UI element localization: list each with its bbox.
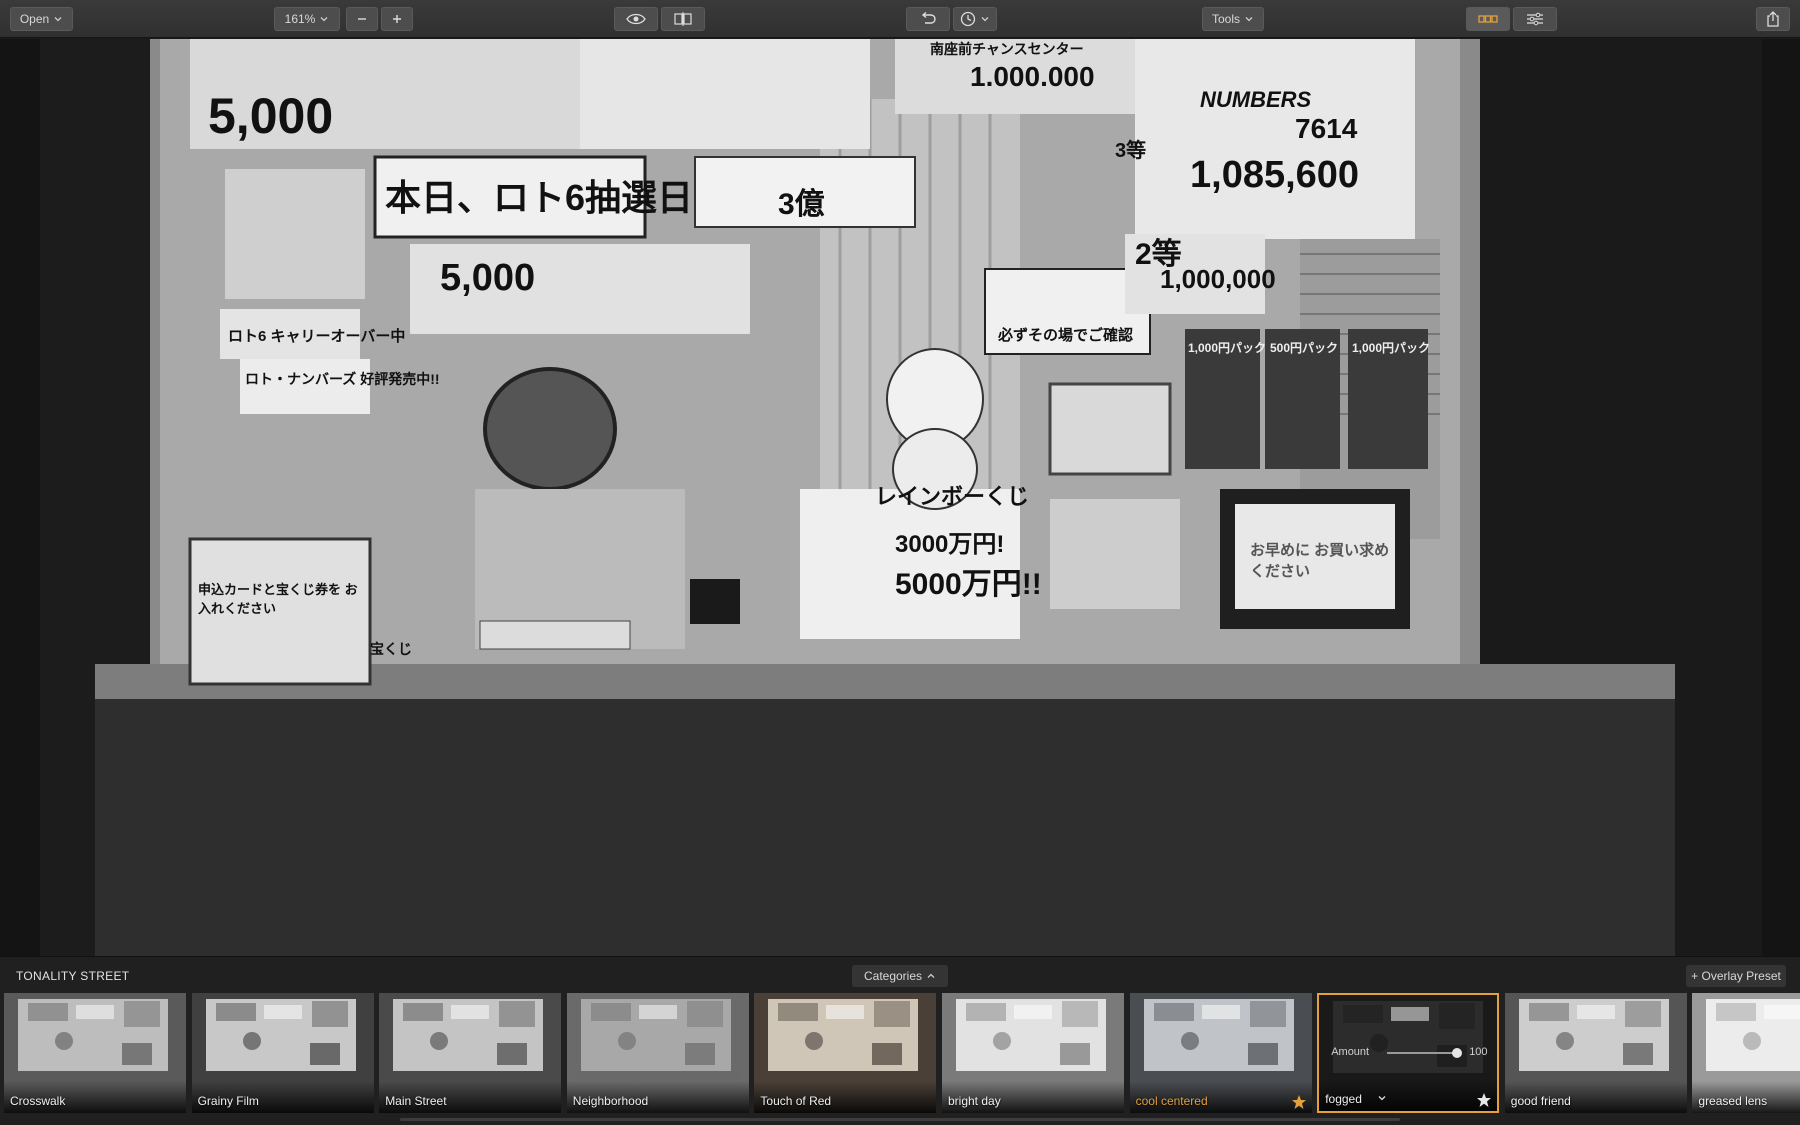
plus-icon bbox=[393, 15, 401, 23]
share-button[interactable] bbox=[1756, 7, 1790, 31]
photo-sign-text: 南座前チャンスセンター bbox=[930, 41, 1084, 57]
photo-sign-text: 7614 bbox=[1295, 113, 1358, 144]
zoom-value: 161% bbox=[284, 12, 316, 26]
photo-sign-text: 1.000.000 bbox=[970, 61, 1095, 92]
amount-knob[interactable] bbox=[1452, 1048, 1463, 1058]
preset-thumbnail[interactable]: Neighborhood bbox=[566, 993, 749, 1113]
zoom-select[interactable]: 161% bbox=[274, 7, 340, 31]
preset-label: good friend bbox=[1510, 1094, 1571, 1108]
photo-sign-text: レインボーくじ bbox=[875, 484, 1030, 509]
presets-panel: TONALITY STREET Categories + Overlay Pre… bbox=[0, 956, 1800, 1125]
minus-icon bbox=[358, 18, 366, 20]
share-icon bbox=[1767, 11, 1779, 27]
preset-thumbnail[interactable]: bright day bbox=[942, 993, 1124, 1113]
photo-sign-text: 申込カードと宝くじ券を お入れください bbox=[198, 582, 358, 616]
preset-thumbnail[interactable]: Grainy Film bbox=[191, 993, 374, 1113]
tools-button[interactable]: Tools bbox=[1202, 7, 1264, 31]
preset-label: fogged bbox=[1325, 1092, 1362, 1106]
presets-grid-icon bbox=[1478, 15, 1498, 23]
photo-sign-text: 5000万円!! bbox=[895, 568, 1042, 601]
photo-sign-text: 1,000,000 bbox=[1160, 264, 1276, 294]
preset-thumbnail[interactable]: Crosswalk bbox=[4, 993, 186, 1113]
preset-thumbnail[interactable]: Main Street bbox=[379, 993, 562, 1113]
photo-sign-text: 1,085,600 bbox=[1190, 154, 1360, 196]
photo-canvas: 5,000 本日、ロト6抽選日 5,000 3億 1.000.000 NUMBE… bbox=[40, 39, 1762, 956]
preset-label: bright day bbox=[948, 1094, 1001, 1108]
photo-sign-text: ロト6 キャリーオーバー中 bbox=[228, 328, 406, 345]
compare-button[interactable] bbox=[661, 7, 705, 31]
preset-label: Touch of Red bbox=[760, 1094, 832, 1108]
preset-label: Crosswalk bbox=[10, 1094, 66, 1108]
photo-sign-text: 5,000 bbox=[440, 257, 536, 299]
photo-sign-text: 5,000 bbox=[208, 88, 334, 144]
preset-label: Neighborhood bbox=[572, 1094, 649, 1108]
clock-icon bbox=[960, 11, 976, 27]
categories-label: Categories bbox=[863, 969, 923, 983]
chevron-down-icon bbox=[54, 17, 62, 22]
undo-icon bbox=[921, 12, 936, 24]
preset-thumbnail[interactable]: greased lens bbox=[1692, 993, 1800, 1113]
open-button[interactable]: Open bbox=[10, 7, 73, 31]
photo-sign-text: NUMBERS bbox=[1200, 87, 1312, 112]
eye-icon bbox=[626, 13, 646, 25]
photo-sign-text: 1,000円パック bbox=[1188, 341, 1267, 355]
zoom-in-button[interactable] bbox=[381, 7, 413, 31]
chevron-down-icon[interactable] bbox=[1377, 1093, 1387, 1103]
toolbar: Open 161% Tools bbox=[0, 0, 1800, 38]
chevron-down-icon bbox=[1245, 17, 1253, 22]
photo-sign-text: ロト・ナンバーズ 好評発売中!! bbox=[245, 371, 440, 387]
amount-label: Amount bbox=[1331, 1046, 1370, 1058]
preset-label: cool centered bbox=[1135, 1094, 1208, 1108]
preset-thumbnail[interactable]: cool centered bbox=[1129, 993, 1312, 1113]
preset-label: Grainy Film bbox=[197, 1094, 259, 1108]
adjustments-button[interactable] bbox=[1513, 7, 1557, 31]
preset-strip: Crosswalk Grainy Film Main Street Neighborh… bbox=[0, 993, 1800, 1113]
preset-thumbnail[interactable]: Touch of Red bbox=[754, 993, 937, 1113]
preset-label: greased lens bbox=[1698, 1094, 1768, 1108]
photo-sign-text: 3000万円! bbox=[895, 531, 1005, 558]
preset-thumbnail[interactable]: good friend bbox=[1504, 993, 1687, 1113]
photo-sign-text: 1,000円パック bbox=[1352, 341, 1431, 355]
undo-button[interactable] bbox=[906, 7, 950, 31]
open-label: Open bbox=[19, 12, 50, 26]
photo-sign-text: 必ずその場でご確認 bbox=[998, 327, 1134, 344]
image-viewer[interactable]: 5,000 本日、ロト6抽選日 5,000 3億 1.000.000 NUMBE… bbox=[0, 39, 1800, 956]
preset-thumbnail[interactable]: fogged Amount 100 bbox=[1317, 993, 1500, 1113]
chevron-down-icon bbox=[981, 17, 989, 22]
amount-slider[interactable]: Amount 100 bbox=[1331, 1045, 1491, 1061]
chevron-up-icon bbox=[927, 973, 935, 978]
photo-sign-text: お早めに お買い求めください bbox=[1250, 542, 1390, 580]
photo-sign-text: 500円パック bbox=[1270, 341, 1339, 355]
preset-strip-scrollbar[interactable] bbox=[400, 1118, 1400, 1121]
favorite-star-icon[interactable] bbox=[1476, 1092, 1492, 1108]
panel-title: TONALITY STREET bbox=[16, 969, 130, 983]
amount-track[interactable] bbox=[1387, 1052, 1458, 1054]
sliders-icon bbox=[1527, 12, 1543, 26]
photo-sign-text: 本日、ロト6抽選日 bbox=[385, 177, 694, 218]
preview-toggle-button[interactable] bbox=[614, 7, 658, 31]
photo-sign-text: 宝くじ bbox=[370, 641, 412, 657]
history-button[interactable] bbox=[953, 7, 997, 31]
photo-sign-text: 3等 bbox=[1115, 140, 1147, 162]
zoom-out-button[interactable] bbox=[346, 7, 378, 31]
overlay-preset-button[interactable]: + Overlay Preset bbox=[1686, 965, 1786, 987]
tools-label: Tools bbox=[1211, 12, 1240, 26]
preset-label: Main Street bbox=[385, 1094, 447, 1108]
favorite-star-icon[interactable] bbox=[1291, 1094, 1307, 1110]
compare-icon bbox=[674, 12, 692, 26]
amount-value: 100 bbox=[1469, 1046, 1488, 1058]
chevron-down-icon bbox=[320, 17, 328, 22]
categories-button[interactable]: Categories bbox=[852, 965, 948, 987]
presets-panel-button[interactable] bbox=[1466, 7, 1510, 31]
photo-sign-text: 3億 bbox=[778, 188, 825, 221]
